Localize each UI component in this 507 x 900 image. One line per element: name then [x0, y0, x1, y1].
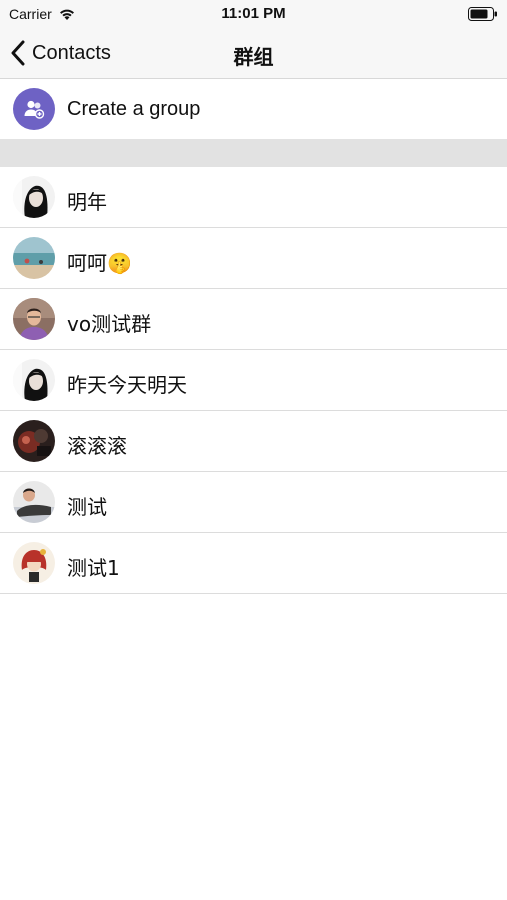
group-name: 呵呵🤫: [67, 251, 132, 275]
group-row[interactable]: vo测试群: [0, 289, 507, 350]
create-group-button[interactable]: Create a group: [0, 79, 507, 139]
avatar: [13, 176, 55, 218]
status-bar: Carrier 11:01 PM: [0, 0, 507, 28]
group-row[interactable]: 昨天今天明天: [0, 350, 507, 411]
page-title: 群组: [233, 47, 274, 69]
create-group-label: Create a group: [67, 98, 201, 120]
group-name: 测试: [67, 495, 107, 519]
avatar: [13, 420, 55, 462]
avatar: [13, 542, 55, 584]
avatar: [13, 481, 55, 523]
avatar: [13, 359, 55, 401]
status-time: 11:01 PM: [221, 5, 286, 22]
group-name: 明年: [67, 190, 107, 214]
group-row[interactable]: 呵呵🤫: [0, 228, 507, 289]
group-list: 明年 呵呵🤫 vo测试群 昨天今天明天 滚滚滚 测试 测试1: [0, 167, 507, 594]
group-name: vo测试群: [67, 312, 152, 336]
group-add-icon: [13, 88, 55, 130]
group-row[interactable]: 滚滚滚: [0, 411, 507, 472]
section-separator: [0, 139, 507, 167]
group-row[interactable]: 测试: [0, 472, 507, 533]
battery-icon: [468, 7, 497, 21]
navigation-bar: Contacts 群组: [0, 28, 507, 79]
group-name: 滚滚滚: [67, 434, 127, 458]
group-row[interactable]: 明年: [0, 167, 507, 228]
group-name: 测试1: [67, 556, 120, 580]
group-row[interactable]: 测试1: [0, 533, 507, 594]
avatar: [13, 237, 55, 279]
group-name: 昨天今天明天: [67, 373, 187, 397]
avatar: [13, 298, 55, 340]
